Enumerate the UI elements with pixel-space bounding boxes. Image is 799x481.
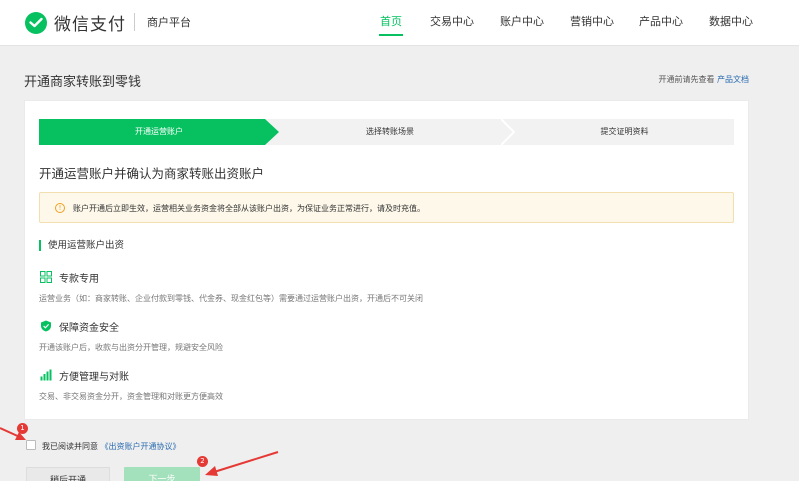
nav-data-center[interactable]: 数据中心 [709, 13, 753, 29]
feature-desc-dedicated: 运营业务（如：商家转账、企业付款到零钱、代金券、现金红包等）需要通过运营账户出资… [39, 294, 423, 303]
product-doc-link[interactable]: 产品文档 [717, 75, 749, 84]
feature-title-management: 方便管理与对账 [59, 372, 129, 383]
content-card [24, 100, 749, 420]
feature-title-security: 保障资金安全 [59, 323, 119, 334]
step-submit-proof: 提交证明资料 [600, 127, 649, 136]
annotation-badge-1: 1 [17, 423, 28, 434]
agreement-text: 我已阅读并同意 《出资账户开通协议》 [42, 441, 181, 452]
section-title: 开通运营账户并确认为商家转账出资账户 [39, 166, 265, 181]
feature-title-dedicated: 专款专用 [59, 274, 99, 285]
top-header: 微信支付 商户平台 首页 交易中心 账户中心 营销中心 产品中心 数据中心 [0, 0, 799, 46]
next-step-button[interactable]: 下一步 [124, 467, 200, 481]
shield-check-icon [41, 320, 51, 332]
nav-account-center[interactable]: 账户中心 [500, 13, 544, 29]
nav-trade-center[interactable]: 交易中心 [430, 13, 474, 29]
sub-title: 使用运营账户出资 [39, 240, 124, 251]
grid-icon [40, 271, 52, 283]
nav-home[interactable]: 首页 [380, 13, 402, 29]
annotation-badge-2: 2 [197, 456, 208, 467]
bar-chart-icon [40, 369, 52, 381]
feature-desc-security: 开通该账户后，收款与出资分开管理，规避安全风险 [39, 343, 223, 352]
agreement-checkbox[interactable] [26, 440, 36, 450]
nav-product-center[interactable]: 产品中心 [639, 13, 683, 29]
step-open-account: 开通运营账户 [39, 119, 279, 145]
nav-active-indicator [379, 34, 403, 36]
nav-marketing-center[interactable]: 营销中心 [570, 13, 614, 29]
doc-hint: 开通前请先查看 产品文档 [658, 74, 749, 85]
agreement-label: 我已阅读并同意 [42, 442, 98, 451]
page-title: 开通商家转账到零钱 [24, 75, 142, 90]
doc-hint-text: 开通前请先查看 [658, 75, 715, 84]
open-later-button[interactable]: 稍后开通 [26, 467, 110, 481]
annotation-arrow-2 [205, 451, 279, 476]
step-separator-arrow [501, 119, 515, 145]
step-progress: 开通运营账户 选择转账场景 提交证明资料 [39, 119, 734, 145]
step-select-scene: 选择转账场景 [366, 127, 414, 136]
notice-text: 账户开通后立即生效，运营相关业务资金将全部从该账户出资，为保证业务正常进行，请及… [73, 204, 425, 213]
warning-notice: ! 账户开通后立即生效，运营相关业务资金将全部从该账户出资，为保证业务正常进行，… [39, 192, 734, 223]
main-nav: 首页 交易中心 账户中心 营销中心 产品中心 数据中心 [0, 0, 799, 46]
agreement-link[interactable]: 《出资账户开通协议》 [101, 442, 181, 451]
feature-desc-management: 交易、非交易资金分开，资金管理和对账更方便高效 [39, 392, 223, 401]
warning-icon: ! [55, 203, 65, 213]
